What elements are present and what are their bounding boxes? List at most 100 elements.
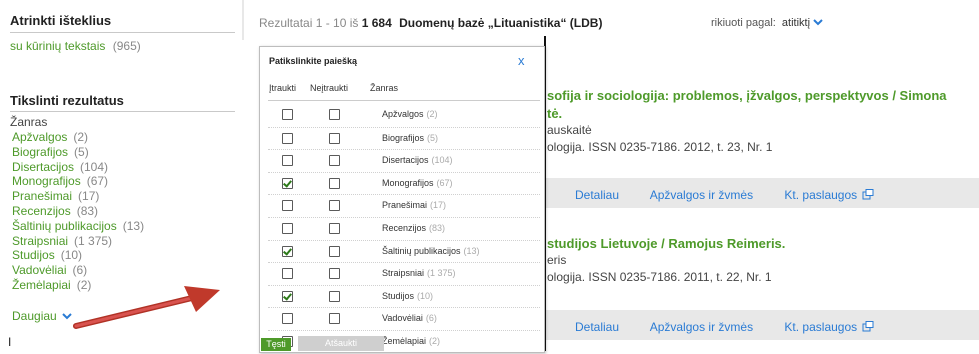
other-services-link[interactable]: Kt. paslaugos: [784, 320, 857, 334]
include-checkbox[interactable]: [282, 132, 293, 144]
result-actions: Detaliau Apžvalgos ir žvmės Kt. paslaugo…: [575, 320, 874, 334]
exclude-checkbox[interactable]: [329, 245, 340, 257]
sort-control[interactable]: rikiuoti pagal: atitiktį: [711, 17, 823, 29]
result-author: auskaitė: [547, 123, 592, 137]
exclude-checkbox[interactable]: [329, 177, 340, 189]
genre-option-count: (5): [427, 132, 439, 143]
result-actions: Detaliau Apžvalgos ir žvmės Kt. paslaugo…: [575, 188, 874, 202]
genre-option-label: Studijos (10): [382, 291, 433, 301]
exclude-checkbox[interactable]: [329, 313, 340, 325]
reviews-link[interactable]: Apžvalgos ir žvmės: [650, 320, 753, 334]
include-checkbox[interactable]: [282, 245, 293, 257]
genre-option-count: (13): [463, 245, 480, 256]
genre-option-row: Disertacijos (104): [268, 149, 540, 173]
exclude-checkbox[interactable]: [329, 109, 340, 120]
resource-filter-link[interactable]: su kūrinių tekstais (965): [10, 39, 141, 53]
divider: [268, 100, 540, 101]
exclude-checkbox[interactable]: [329, 132, 340, 144]
genre-options: Apžvalgos (2) Biografijos (5) Disertacijos (1…: [260, 104, 544, 354]
genre-heading: Žanras: [10, 115, 48, 129]
col-exclude-header: Neįtraukti: [310, 83, 349, 93]
annotation-arrow-icon: [73, 286, 220, 329]
genre-facet-count: (67): [86, 174, 109, 189]
reviews-link[interactable]: Apžvalgos ir žvmės: [650, 188, 753, 202]
exclude-checkbox[interactable]: [329, 223, 340, 234]
genre-facet-item[interactable]: Straipsniai (1 375): [12, 234, 144, 249]
exclude-checkbox[interactable]: [329, 155, 340, 167]
genre-facet-label: Biografijos: [12, 144, 69, 159]
resource-filter-count: (965): [112, 39, 141, 53]
exclude-checkbox[interactable]: [329, 200, 340, 212]
genre-facet-label: Studijos: [12, 248, 55, 263]
header-divider: [242, 0, 244, 40]
genre-option-count: (17): [430, 200, 447, 211]
genre-option-label: Biografijos (5): [382, 133, 438, 143]
external-link-icon: [862, 189, 874, 200]
genre-facet-label: Pranešimai: [12, 189, 73, 204]
genre-facet-item[interactable]: Šaltinių publikacijos (13): [12, 219, 144, 234]
genre-facet-item[interactable]: Pranešimai (17): [12, 189, 144, 204]
resource-filter-label: su kūrinių tekstais: [10, 39, 106, 53]
divider: [10, 32, 235, 33]
chevron-down-icon: [62, 313, 72, 320]
genre-facet-count: (2): [73, 130, 89, 144]
close-icon[interactable]: x: [518, 53, 525, 68]
genre-option-text: Vadovėliai: [382, 313, 423, 324]
genre-option-text: Pranešimai: [382, 200, 428, 211]
more-button[interactable]: Daugiau: [12, 309, 72, 323]
genre-facet-item[interactable]: Recenzijos (83): [12, 204, 144, 219]
divider: [10, 111, 235, 112]
refine-title: Tikslinti rezultatus: [10, 93, 124, 108]
include-checkbox[interactable]: [282, 290, 293, 302]
sort-label: rikiuoti pagal:: [711, 17, 776, 29]
col-include-header: Įtraukti: [269, 83, 297, 93]
genre-facet-item[interactable]: Disertacijos (104): [12, 160, 144, 175]
genre-option-label: Straipsniai (1 375): [382, 268, 456, 278]
genre-option-text: Apžvalgos: [382, 109, 424, 119]
genre-facet-label: Žemėlapiai: [12, 277, 71, 292]
exclude-checkbox[interactable]: [329, 268, 340, 280]
genre-facet-label: Apžvalgos: [12, 130, 68, 144]
genre-option-label: Žemėlapiai (2): [382, 336, 440, 346]
include-checkbox[interactable]: [282, 268, 293, 280]
genre-option-row: Vadovėliai (6): [268, 307, 540, 331]
other-services-link[interactable]: Kt. paslaugos: [784, 188, 857, 202]
genre-option-text: Recenzijos: [382, 223, 427, 233]
genre-option-label: Pranešimai (17): [382, 200, 446, 210]
result-title[interactable]: sofija ir sociologija: problemos, įžvalg…: [547, 88, 947, 103]
results-range: Rezultatai 1 - 10 iš: [259, 16, 359, 30]
include-checkbox[interactable]: [282, 313, 293, 325]
genre-option-label: Vadovėliai (6): [382, 313, 437, 323]
continue-button[interactable]: Tęsti: [261, 338, 291, 351]
genre-facet-count: (13): [122, 218, 145, 233]
genre-facet-item[interactable]: Apžvalgos (2): [12, 130, 144, 145]
external-link-icon: [862, 321, 874, 332]
genre-option-count: (67): [436, 177, 453, 188]
exclude-checkbox[interactable]: [329, 290, 340, 302]
col-genre-header: Žanras: [370, 83, 399, 93]
details-link[interactable]: Detaliau: [575, 188, 619, 202]
include-checkbox[interactable]: [282, 177, 293, 189]
genre-option-row: Recenzijos (83): [268, 217, 540, 241]
result-title-continuation[interactable]: tė.: [547, 106, 562, 121]
details-link[interactable]: Detaliau: [575, 320, 619, 334]
genre-facet-item[interactable]: Monografijos (67): [12, 174, 144, 189]
genre-facet-item[interactable]: Studijos (10): [12, 248, 144, 263]
genre-option-row: Straipsniai (1 375): [268, 262, 540, 286]
include-checkbox[interactable]: [282, 223, 293, 234]
genre-facet-count: (83): [76, 203, 99, 218]
include-checkbox[interactable]: [282, 109, 293, 120]
result-title[interactable]: studijos Lietuvoje / Ramojus Reimeris.: [547, 236, 785, 251]
genre-facet-count: (10): [60, 248, 83, 263]
include-checkbox[interactable]: [282, 155, 293, 167]
genre-facet-item[interactable]: Vadovėliai (6): [12, 263, 144, 278]
result-source: ologija. ISSN 0235-7186. 2011, t. 22, Nr…: [547, 270, 772, 284]
genre-facet-item[interactable]: Biografijos (5): [12, 145, 144, 160]
include-checkbox[interactable]: [282, 200, 293, 212]
cancel-button[interactable]: Atšaukti: [298, 336, 384, 351]
genre-option-row: Biografijos (5): [268, 126, 540, 151]
genre-option-text: Biografijos: [382, 132, 425, 143]
genre-facet-label: Straipsniai: [12, 233, 69, 248]
sort-value: atitiktį: [781, 17, 811, 29]
genre-facet-label: Monografijos: [12, 174, 81, 189]
